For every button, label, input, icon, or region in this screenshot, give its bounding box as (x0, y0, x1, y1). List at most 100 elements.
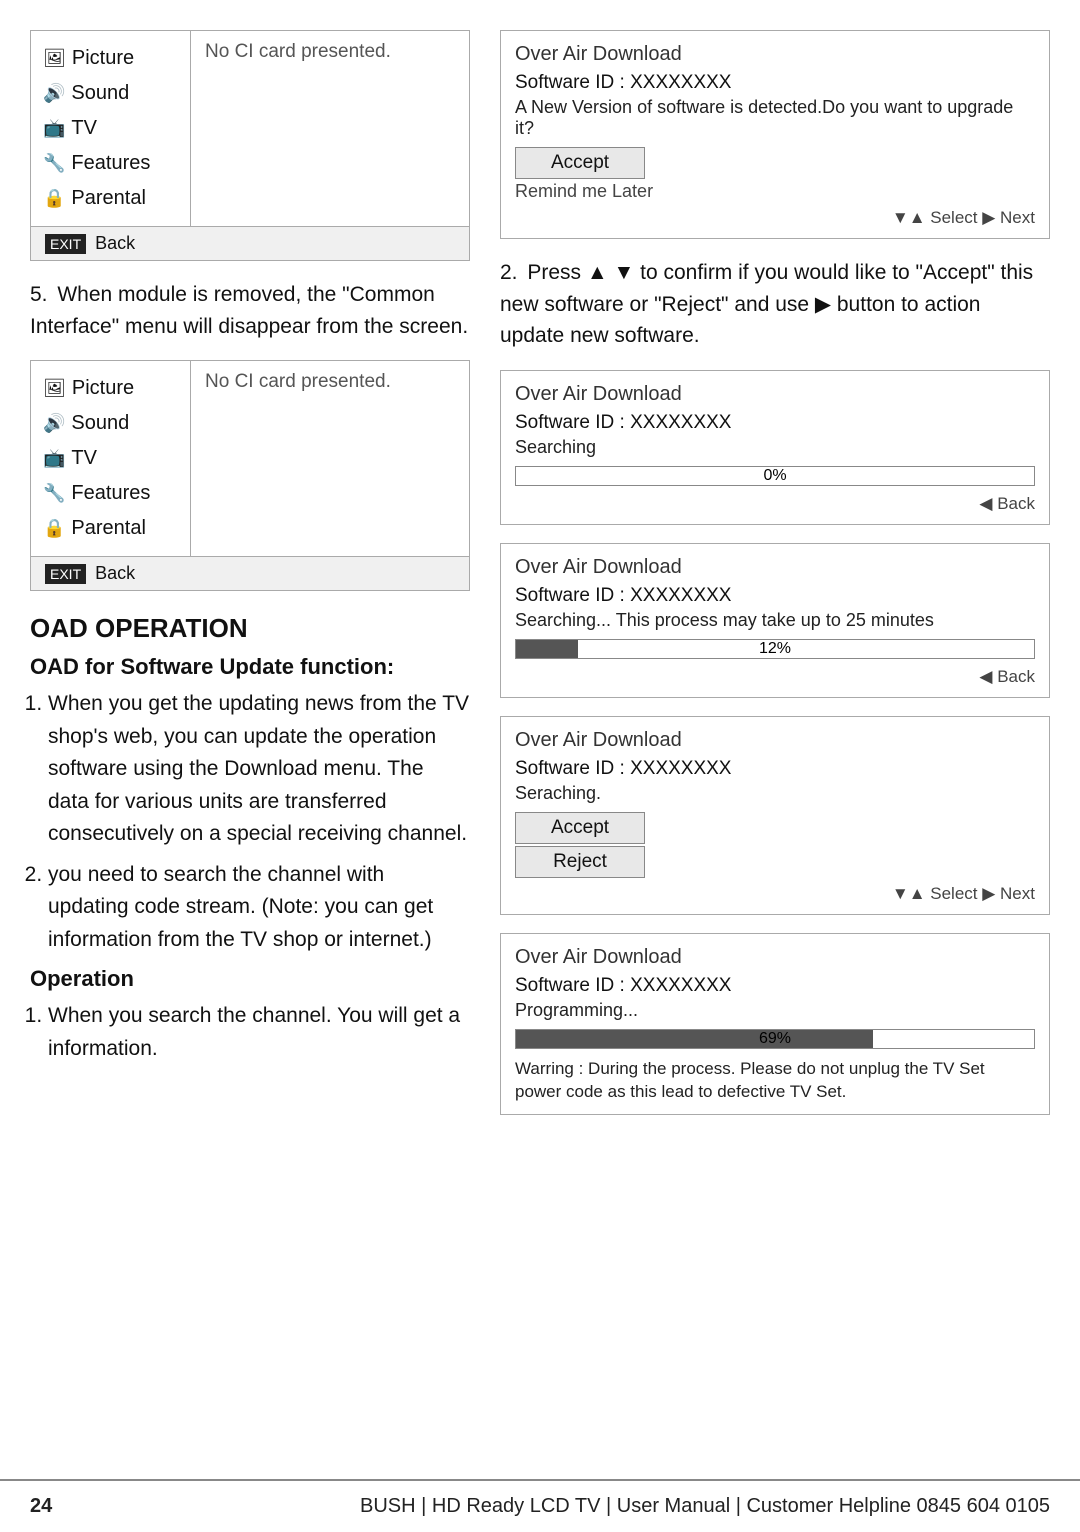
sound-icon-2: 🔊 (43, 413, 65, 434)
menu-footer-1: EXIT Back (31, 226, 469, 260)
step5-text: 5. When module is removed, the "Common I… (30, 279, 470, 342)
footer-center-text: BUSH | HD Ready LCD TV | User Manual | C… (360, 1495, 1050, 1518)
footer: 24 BUSH | HD Ready LCD TV | User Manual … (0, 1479, 1080, 1532)
oad-section-heading: OAD OPERATION (30, 613, 470, 644)
oad-nav-4: ▼▲ Select ▶ Next (515, 884, 1035, 904)
oad-title-3: Over Air Download (515, 556, 1035, 579)
menu-item-picture-2[interactable]: 🖼 Picture (31, 371, 190, 406)
oad-software-id-4: Software ID : XXXXXXXX (515, 758, 1035, 780)
page-number: 24 (30, 1495, 52, 1518)
oad-box-5: Over Air Download Software ID : XXXXXXXX… (500, 933, 1050, 1116)
oad-title-5: Over Air Download (515, 946, 1035, 969)
oad-box-2: Over Air Download Software ID : XXXXXXXX… (500, 370, 1050, 525)
picture-icon-2: 🖼 (43, 378, 66, 399)
remind-later-text: Remind me Later (515, 181, 1035, 202)
menu-item-parental-1[interactable]: 🔒 Parental (31, 181, 190, 216)
oad-list-item-2: you need to search the channel with upda… (48, 859, 470, 957)
oad-msg-2: Searching (515, 437, 1035, 458)
oad-msg-3: Searching... This process may take up to… (515, 610, 1035, 631)
menu-item-sound-1[interactable]: 🔊 Sound (31, 76, 190, 111)
features-icon-2: 🔧 (43, 483, 65, 504)
menu-item-features-2[interactable]: 🔧 Features (31, 476, 190, 511)
reject-button-4[interactable]: Reject (515, 846, 645, 878)
menu-box-2: 🖼 Picture 🔊 Sound 📺 TV 🔧 (30, 360, 470, 591)
oad-msg-4: Seraching. (515, 783, 1035, 804)
menu-content-1: No CI card presented. (191, 31, 469, 226)
menu-label-features-2: Features (71, 482, 150, 505)
picture-icon-1: 🖼 (43, 48, 66, 69)
menu-content-2: No CI card presented. (191, 361, 469, 556)
oad-box-4: Over Air Download Software ID : XXXXXXXX… (500, 716, 1050, 915)
progress-bar-3: 12% (515, 639, 1035, 659)
oad-nav-text-1: ▼▲ Select ▶ Next (892, 208, 1035, 228)
menu-label-picture-1: Picture (72, 47, 134, 70)
oad-msg-5: Programming... (515, 1000, 1035, 1021)
parental-icon-1: 🔒 (43, 188, 65, 209)
menu-items-1: 🖼 Picture 🔊 Sound 📺 TV 🔧 (31, 31, 191, 226)
right-column: Over Air Download Software ID : XXXXXXXX… (500, 30, 1050, 1479)
sound-icon-1: 🔊 (43, 83, 65, 104)
back-label-1: Back (95, 233, 135, 253)
left-column: 🖼 Picture 🔊 Sound 📺 TV 🔧 (30, 30, 470, 1479)
oad-title-4: Over Air Download (515, 729, 1035, 752)
oad-box-1: Over Air Download Software ID : XXXXXXXX… (500, 30, 1050, 239)
progress-bar-2: 0% (515, 466, 1035, 486)
menu-item-tv-1[interactable]: 📺 TV (31, 111, 190, 146)
warning-text-5: Warring : During the process. Please do … (515, 1057, 1035, 1105)
page: 🖼 Picture 🔊 Sound 📺 TV 🔧 (0, 0, 1080, 1532)
oad-buttons-4: Accept Reject (515, 812, 1035, 878)
menu-item-tv-2[interactable]: 📺 TV (31, 441, 190, 476)
oad-sub-heading: OAD for Software Update function: (30, 654, 470, 680)
oad-back-3: ◀ Back (515, 667, 1035, 687)
back-text-2: ◀ Back (979, 494, 1035, 514)
oad-title-2: Over Air Download (515, 383, 1035, 406)
oad-software-id-5: Software ID : XXXXXXXX (515, 975, 1035, 997)
tv-icon-1: 📺 (43, 118, 65, 139)
operation-sub-heading: Operation (30, 966, 470, 992)
oad-list-item-1: When you get the updating news from the … (48, 688, 470, 851)
menu-item-sound-2[interactable]: 🔊 Sound (31, 406, 190, 441)
menu-label-sound-1: Sound (71, 82, 129, 105)
oad-buttons-1: Accept Remind me Later (515, 147, 1035, 202)
oad-box-3: Over Air Download Software ID : XXXXXXXX… (500, 543, 1050, 698)
parental-icon-2: 🔒 (43, 518, 65, 539)
back-label-2: Back (95, 563, 135, 583)
oad-msg-1: A New Version of software is detected.Do… (515, 97, 1035, 139)
progress-label-2: 0% (516, 467, 1034, 485)
back-text-3: ◀ Back (979, 667, 1035, 687)
oad-software-id-1: Software ID : XXXXXXXX (515, 72, 1035, 94)
menu-label-tv-1: TV (71, 117, 97, 140)
accept-button-4[interactable]: Accept (515, 812, 645, 844)
oad-software-id-2: Software ID : XXXXXXXX (515, 412, 1035, 434)
progress-label-5: 69% (516, 1030, 1034, 1048)
menu-content-text-2: No CI card presented. (205, 371, 391, 392)
menu-label-features-1: Features (71, 152, 150, 175)
oad-title-1: Over Air Download (515, 43, 1035, 66)
exit-badge-1: EXIT (45, 234, 86, 254)
operation-list-item-1: When you search the channel. You will ge… (48, 1000, 470, 1065)
step2-text: 2. Press ▲ ▼ to confirm if you would lik… (500, 257, 1050, 352)
menu-box-1: 🖼 Picture 🔊 Sound 📺 TV 🔧 (30, 30, 470, 261)
features-icon-1: 🔧 (43, 153, 65, 174)
accept-button-1[interactable]: Accept (515, 147, 645, 179)
oad-software-id-3: Software ID : XXXXXXXX (515, 585, 1035, 607)
progress-bar-5: 69% (515, 1029, 1035, 1049)
menu-label-picture-2: Picture (72, 377, 134, 400)
tv-icon-2: 📺 (43, 448, 65, 469)
oad-nav-1: ▼▲ Select ▶ Next (515, 208, 1035, 228)
content-area: 🖼 Picture 🔊 Sound 📺 TV 🔧 (0, 0, 1080, 1479)
oad-nav-text-4: ▼▲ Select ▶ Next (892, 884, 1035, 904)
menu-item-features-1[interactable]: 🔧 Features (31, 146, 190, 181)
menu-item-parental-2[interactable]: 🔒 Parental (31, 511, 190, 546)
operation-list: When you search the channel. You will ge… (48, 1000, 470, 1065)
menu-label-tv-2: TV (71, 447, 97, 470)
menu-items-2: 🖼 Picture 🔊 Sound 📺 TV 🔧 (31, 361, 191, 556)
oad-back-2: ◀ Back (515, 494, 1035, 514)
menu-label-sound-2: Sound (71, 412, 129, 435)
menu-label-parental-1: Parental (71, 187, 146, 210)
oad-list: When you get the updating news from the … (48, 688, 470, 956)
menu-item-picture-1[interactable]: 🖼 Picture (31, 41, 190, 76)
menu-footer-2: EXIT Back (31, 556, 469, 590)
menu-content-text-1: No CI card presented. (205, 41, 391, 62)
menu-label-parental-2: Parental (71, 517, 146, 540)
